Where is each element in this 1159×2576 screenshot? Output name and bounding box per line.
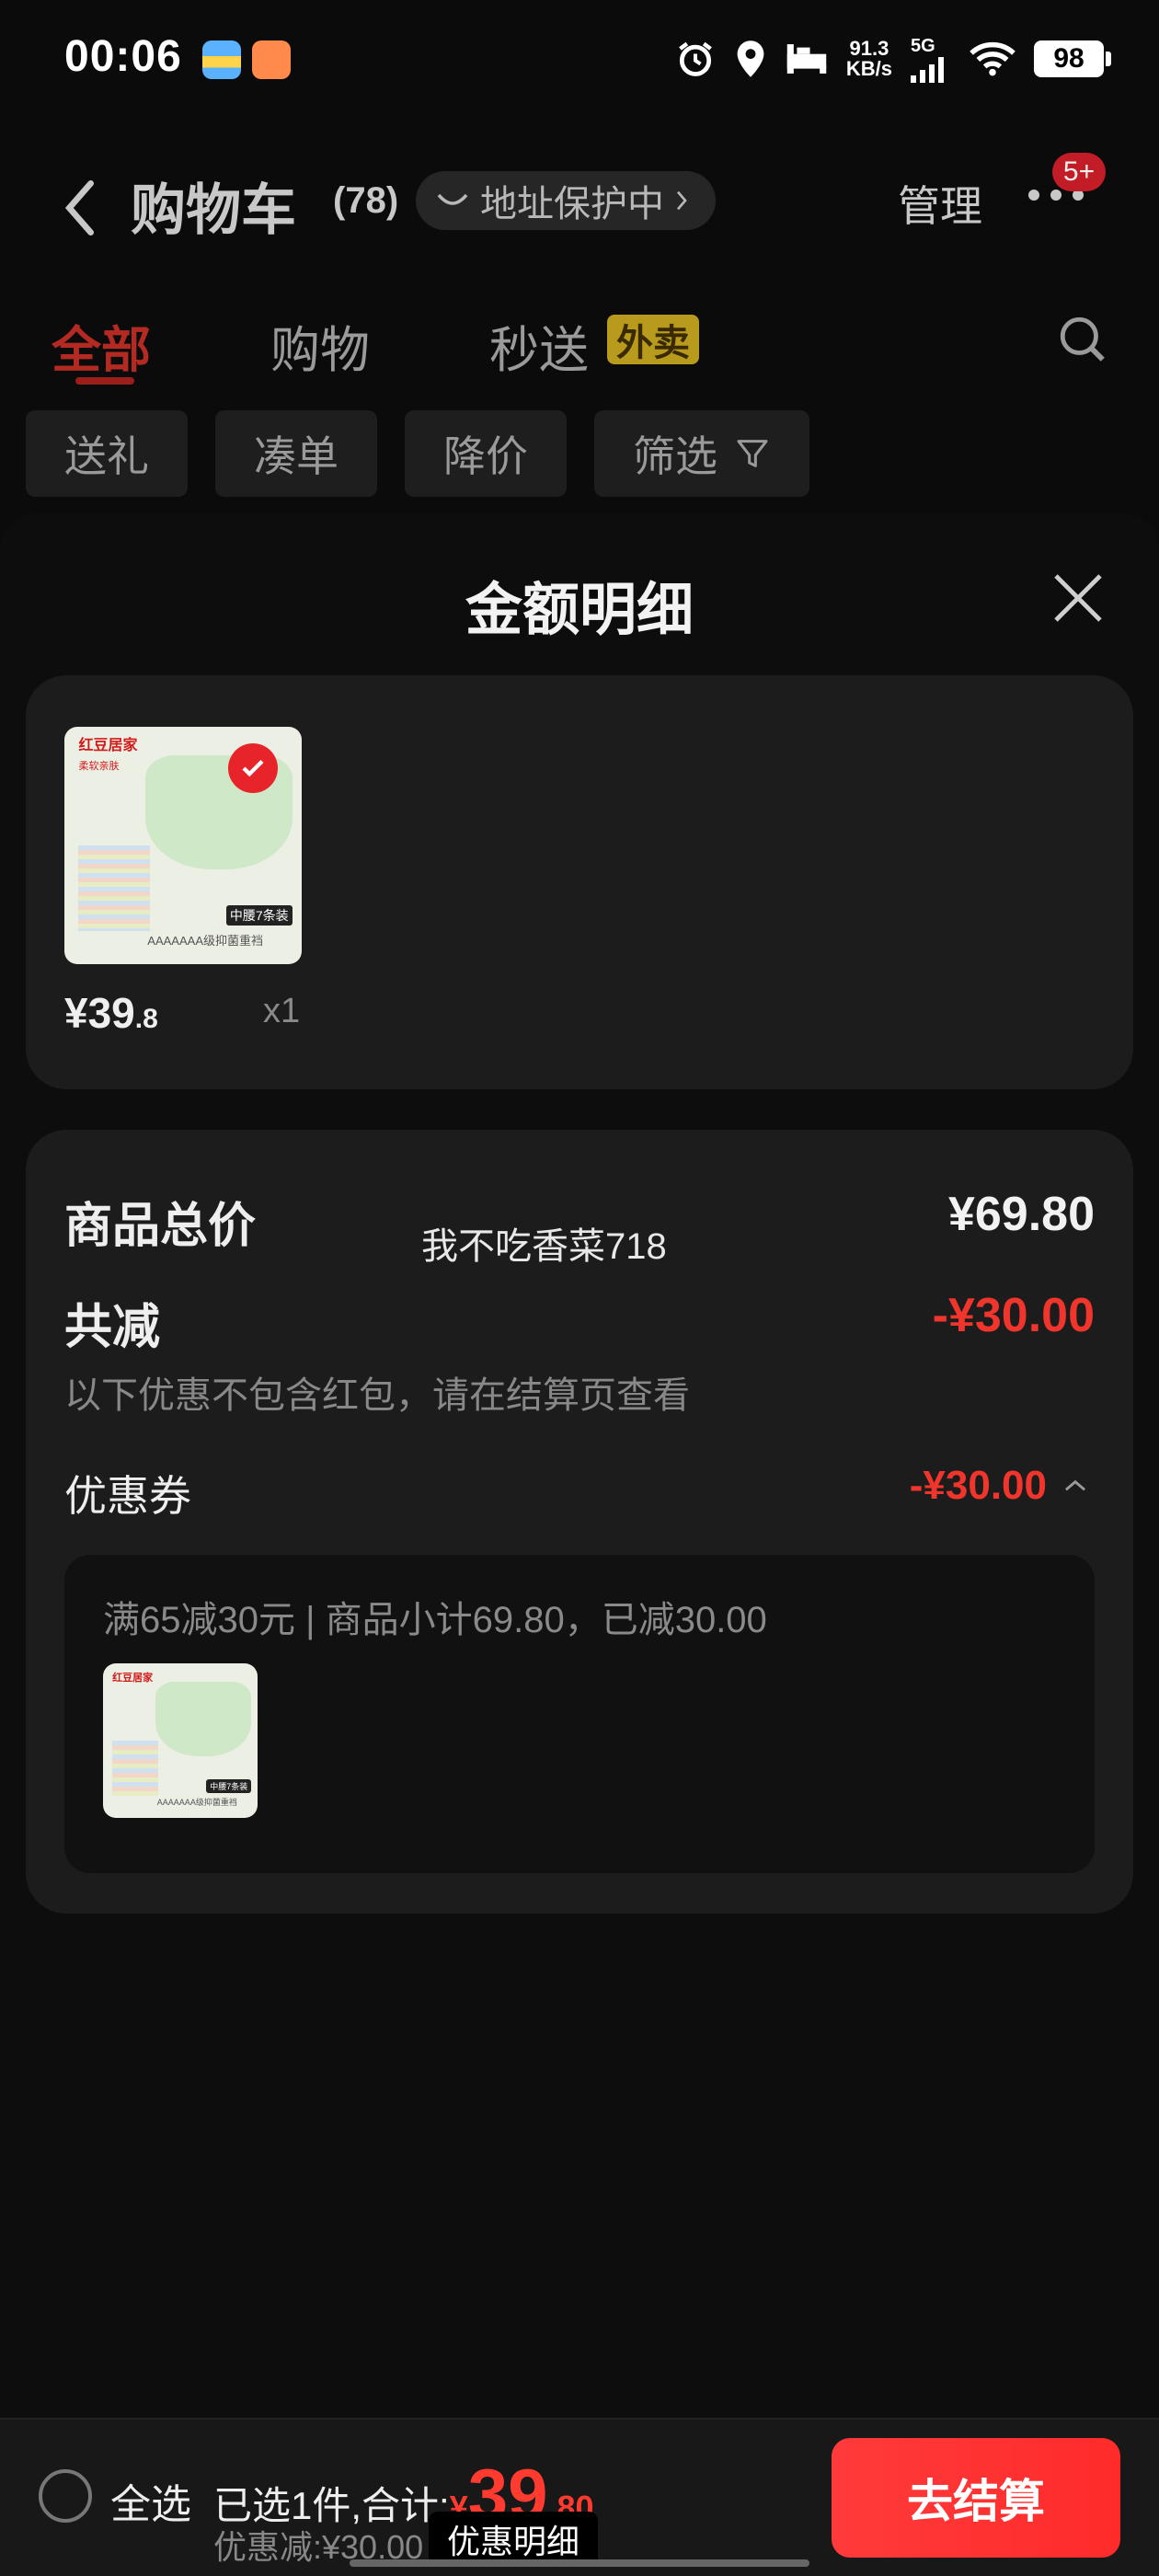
takeout-tag: 外卖 [607, 315, 699, 364]
filter-bundle-label: 凑单 [254, 432, 339, 480]
back-button[interactable] [64, 180, 96, 240]
wifi-icon [970, 41, 1016, 76]
thumb-caption: AAAAAAA级抑菌重裆 [156, 1798, 237, 1808]
item-price-dec: .8 [134, 1004, 158, 1034]
tab-all[interactable]: 全部 [52, 309, 151, 382]
cart-header: 购物车 (78) 地址保护中 管理 5+ [0, 125, 1159, 282]
item-price: ¥39.8 [64, 988, 158, 1038]
select-all-label[interactable]: 全选 [110, 2471, 191, 2530]
filter-gift-label: 送礼 [64, 432, 149, 480]
thumb-brand: 红豆居家 [112, 1673, 154, 1685]
sheet-title: 金额明细 [465, 579, 694, 642]
alarm-icon [679, 41, 712, 76]
address-protect-label: 地址保护中 [480, 184, 664, 224]
thumb-caption: AAAAAAA级抑菌重裆 [147, 933, 263, 948]
search-icon [1060, 316, 1105, 362]
coupon-detail-box: 满65减30元 | 商品小计69.80，已减30.00 红豆居家 中腰7条装 A… [64, 1555, 1095, 1873]
status-icons: 91.3 KB/s 5G 98 [675, 31, 1111, 86]
battery-indicator: 98 [1034, 40, 1111, 77]
discount-detail-button[interactable]: 优惠明细 [429, 2512, 599, 2567]
item-price-int: ¥39 [64, 989, 135, 1037]
wallet-app-icon [202, 40, 241, 79]
filter-bundle[interactable]: 凑单 [215, 410, 377, 497]
coupon-product-thumbnail: 红豆居家 中腰7条装 AAAAAAA级抑菌重裆 [103, 1663, 258, 1818]
manage-button[interactable]: 管理 [898, 173, 982, 234]
chevron-left-icon [64, 180, 94, 236]
location-icon [737, 40, 764, 77]
discount-note: 以下优惠不包含红包，请在结算页查看 [64, 1375, 690, 1416]
checked-icon [228, 743, 279, 794]
speed-value: 91.3 [849, 37, 889, 60]
page-title: 购物车 [131, 179, 296, 241]
tab-shopping[interactable]: 购物 [270, 309, 370, 382]
coupon-value: -¥30.00 [909, 1463, 1047, 1508]
product-thumbnail[interactable]: 红豆居家 柔软亲肤 中腰7条装 AAAAAAA级抑菌重裆 [64, 727, 302, 964]
thumb-subtitle: 柔软亲肤 [78, 760, 120, 772]
total-value: ¥69.80 [947, 1188, 1095, 1241]
cell-signal: 5G [911, 36, 951, 83]
checkout-button[interactable]: 去结算 [832, 2438, 1120, 2558]
speed-unit: KB/s [845, 57, 892, 80]
user-watermark: 我不吃香菜718 [421, 1226, 667, 1267]
close-icon [1054, 574, 1102, 622]
selected-items-card: 红豆居家 柔软亲肤 中腰7条装 AAAAAAA级抑菌重裆 ¥39.8 x1 [26, 675, 1133, 1089]
filter-more[interactable]: 筛选 [594, 410, 809, 497]
cart-tabs: 全部 购物 秒送 外卖 [0, 282, 1159, 401]
select-all-checkbox[interactable] [39, 2469, 92, 2523]
search-button[interactable] [1056, 313, 1109, 371]
filter-price-drop-label: 降价 [443, 432, 528, 480]
cart-count: (78) [333, 180, 399, 221]
sleep-icon [786, 44, 827, 74]
thumb-tag: 中腰7条装 [206, 1779, 252, 1793]
home-indicator[interactable] [350, 2559, 809, 2567]
tab-indicator [75, 377, 134, 385]
coupon-description: 满65减30元 | 商品小计69.80，已减30.00 [103, 1600, 767, 1640]
discount-label: 共减 [64, 1301, 161, 1354]
status-bar: 00:06 91.3 KB/s 5G 98 [0, 0, 1159, 125]
price-summary-card: 商品总价 我不吃香菜718 ¥69.80 共减 -¥30.00 以下优惠不包含红… [26, 1130, 1133, 1914]
product-stack-image [112, 1741, 159, 1797]
product-stack-image [78, 845, 150, 931]
network-type: 5G [911, 35, 935, 56]
address-protect-pill[interactable]: 地址保护中 [416, 171, 716, 230]
funnel-icon [737, 440, 768, 467]
thumb-brand: 红豆居家 [78, 737, 138, 753]
filter-more-label: 筛选 [633, 432, 717, 480]
network-speed: 91.3 KB/s [846, 39, 892, 79]
amount-detail-sheet: 金额明细 红豆居家 柔软亲肤 中腰7条装 AAAAAAA级抑菌重裆 ¥39.8 … [0, 513, 1159, 2418]
product-image [155, 1682, 252, 1756]
status-time: 00:06 [64, 32, 182, 81]
coupon-label: 优惠券 [64, 1472, 191, 1520]
filter-gift[interactable]: 送礼 [26, 410, 188, 497]
filter-chips: 送礼 凑单 降价 筛选 [26, 410, 809, 497]
item-quantity: x1 [263, 992, 301, 1030]
smile-icon [437, 193, 468, 205]
checkout-bar: 全选 已选1件,合计: ¥ 39 .80 优惠减:¥30.00 优惠明细 去结算 [0, 2418, 1159, 2576]
chevron-up-icon [1064, 1479, 1086, 1491]
discount-value: -¥30.00 [932, 1289, 1095, 1342]
total-label: 商品总价 [64, 1200, 257, 1253]
filter-price-drop[interactable]: 降价 [405, 410, 567, 497]
thumb-tag: 中腰7条装 [225, 904, 293, 926]
coupon-toggle[interactable]: -¥30.00 [910, 1463, 1087, 1509]
pet-app-icon [252, 40, 291, 79]
notification-badge: 5+ [1052, 153, 1106, 191]
chevron-right-icon [676, 190, 687, 211]
signal-icon [911, 56, 944, 83]
tab-instant-delivery[interactable]: 秒送 [489, 309, 589, 382]
close-button[interactable] [1049, 569, 1107, 632]
